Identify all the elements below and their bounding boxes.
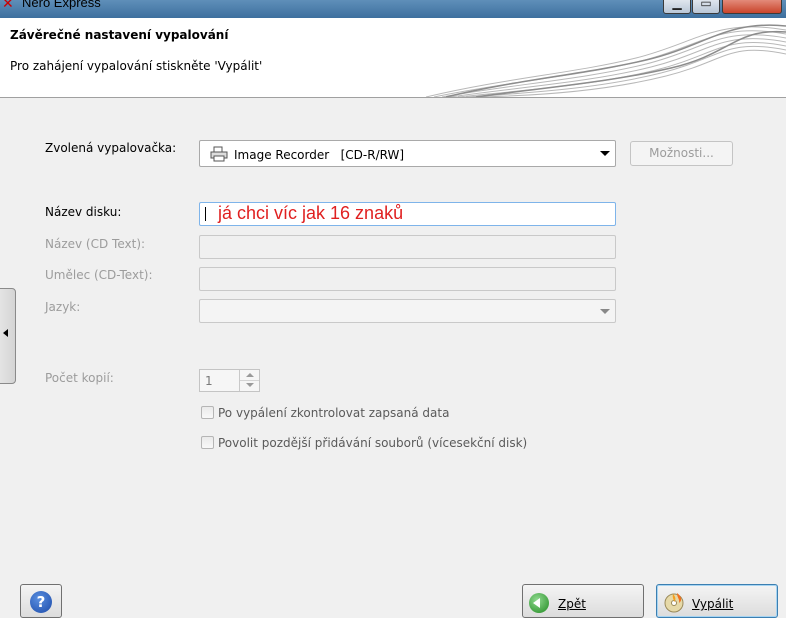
- cd-text-artist-input[interactable]: [199, 267, 616, 291]
- recorder-value: Image Recorder [CD-R/RW]: [234, 148, 405, 162]
- cd-text-title-label: Název (CD Text):: [45, 237, 146, 251]
- back-button[interactable]: Zpět: [522, 584, 644, 618]
- recorder-select[interactable]: Image Recorder [CD-R/RW]: [199, 140, 616, 167]
- nero-logo-icon: ✕: [2, 0, 14, 12]
- header-swoosh-graphic: [426, 24, 786, 97]
- help-button[interactable]: ?: [20, 584, 62, 618]
- help-icon: ?: [30, 591, 52, 613]
- page-title: Závěrečné nastavení vypalování: [10, 28, 229, 42]
- back-arrow-icon: [529, 593, 549, 613]
- chevron-down-icon: [600, 151, 610, 156]
- stepper-arrows: [239, 370, 259, 391]
- maximize-icon: ▭: [700, 0, 712, 10]
- stepper-down-button[interactable]: [240, 380, 259, 390]
- burn-button[interactable]: Vypálit: [656, 584, 778, 618]
- cd-text-title-input[interactable]: [199, 235, 616, 259]
- cd-text-artist-label: Umělec (CD-Text):: [45, 268, 153, 282]
- title-bar: ✕ Nero Express ▁ ▭: [0, 0, 786, 18]
- back-button-label: Zpět: [558, 597, 586, 611]
- chevron-down-icon: [600, 309, 610, 314]
- page-subtitle: Pro zahájení vypalování stiskněte 'Vypál…: [10, 59, 263, 73]
- minimize-icon: ▁: [672, 0, 682, 10]
- printer-icon: [210, 146, 228, 162]
- options-button[interactable]: Možnosti...: [630, 141, 733, 166]
- close-button[interactable]: [722, 0, 782, 14]
- disc-name-label: Název disku:: [45, 205, 122, 219]
- verify-label: Po vypálení zkontrolovat zapsaná data: [218, 406, 450, 420]
- side-panel-toggle[interactable]: [0, 288, 16, 384]
- maximize-button[interactable]: ▭: [692, 0, 720, 14]
- language-select[interactable]: [199, 299, 616, 323]
- disc-name-value: já chci víc jak 16 znaků: [218, 203, 404, 223]
- language-label: Jazyk:: [45, 300, 81, 314]
- copies-stepper[interactable]: 1: [199, 369, 260, 392]
- burn-button-label: Vypálit: [692, 597, 734, 611]
- recorder-label: Zvolená vypalovačka:: [45, 141, 177, 155]
- copies-label: Počet kopií:: [45, 371, 114, 385]
- minimize-button[interactable]: ▁: [663, 0, 691, 14]
- arrow-left-icon: [3, 329, 8, 337]
- disc-name-input[interactable]: já chci víc jak 16 znaků: [199, 202, 616, 226]
- window-title: Nero Express: [22, 0, 101, 10]
- burn-disc-icon: [664, 593, 684, 613]
- verify-checkbox[interactable]: [201, 406, 214, 419]
- multisession-label: Povolit pozdější přidávání souborů (více…: [218, 436, 528, 450]
- multisession-checkbox[interactable]: [201, 436, 214, 449]
- wizard-header: Závěrečné nastavení vypalování Pro zaháj…: [0, 18, 786, 98]
- text-caret: [205, 207, 206, 221]
- copies-value: 1: [205, 374, 213, 388]
